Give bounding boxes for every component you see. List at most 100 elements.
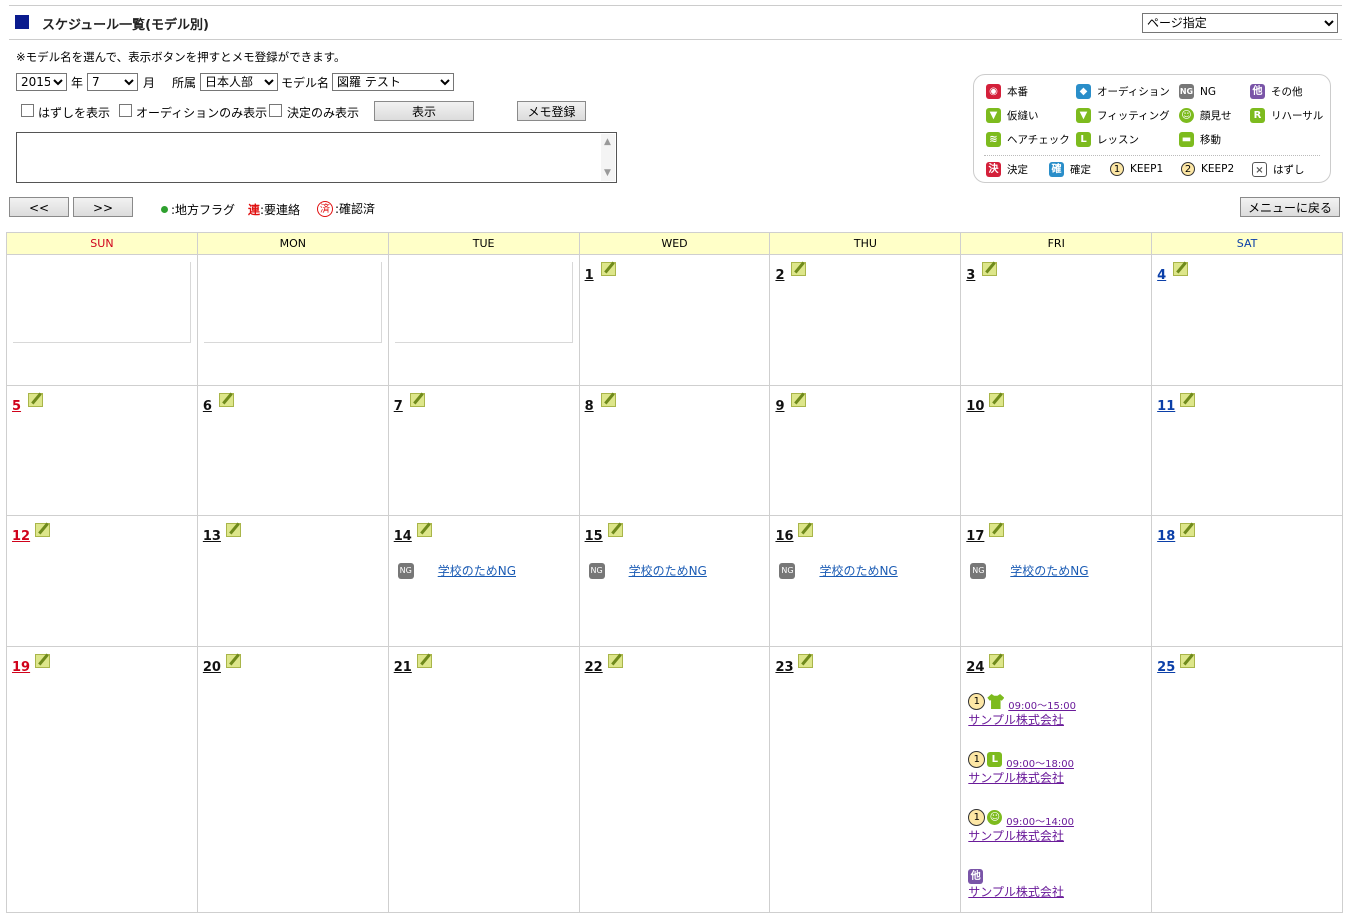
legend-honban: ◉ 本番 bbox=[986, 84, 1028, 99]
day-number-link[interactable]: 9 bbox=[775, 399, 784, 414]
memo-edit-icon[interactable] bbox=[1180, 523, 1196, 537]
calendar-day-cell: 4 bbox=[1152, 255, 1344, 386]
scroll-up-icon[interactable]: ▲ bbox=[604, 137, 611, 147]
memo-edit-icon[interactable] bbox=[989, 523, 1005, 537]
day-number-link[interactable]: 13 bbox=[203, 529, 221, 544]
day-number-link[interactable]: 18 bbox=[1157, 529, 1175, 544]
schedule-event[interactable]: 他サンプル株式会社 bbox=[968, 865, 1064, 900]
legend-fitting: ▼ フィッティング bbox=[1076, 108, 1170, 123]
hazushi-checkbox[interactable] bbox=[21, 104, 34, 117]
day-number-link[interactable]: 8 bbox=[585, 399, 594, 414]
memo-edit-icon[interactable] bbox=[1180, 393, 1196, 407]
weekday-wed: WED bbox=[580, 233, 771, 254]
ng-entry-link[interactable]: 学校のためNG bbox=[1010, 562, 1088, 579]
memo-edit-icon[interactable] bbox=[225, 523, 241, 537]
memo-edit-icon[interactable] bbox=[791, 262, 807, 276]
office-select[interactable]: 日本人部 bbox=[200, 73, 278, 91]
day-number-link[interactable]: 10 bbox=[966, 399, 984, 414]
memo-edit-icon[interactable] bbox=[416, 523, 432, 537]
kettei-only-checkbox[interactable] bbox=[269, 104, 282, 117]
memo-edit-icon[interactable] bbox=[798, 654, 814, 668]
next-month-button[interactable]: >> bbox=[73, 197, 133, 217]
empty-day-box bbox=[203, 262, 382, 343]
event-company-link[interactable]: サンプル株式会社 bbox=[968, 883, 1064, 900]
day-number-link[interactable]: 6 bbox=[203, 399, 212, 414]
memo-register-button[interactable]: メモ登録 bbox=[517, 101, 586, 121]
day-number-link[interactable]: 21 bbox=[394, 660, 412, 675]
memo-edit-icon[interactable] bbox=[28, 393, 43, 407]
prev-month-button[interactable]: << bbox=[9, 197, 69, 217]
event-header: 1 L 09:00～18:00 bbox=[968, 749, 1074, 770]
day-number-link[interactable]: 22 bbox=[585, 660, 603, 675]
memo-edit-icon[interactable] bbox=[989, 654, 1005, 668]
day-number-link[interactable]: 20 bbox=[203, 660, 221, 675]
day-number-link[interactable]: 23 bbox=[775, 660, 793, 675]
memo-edit-icon[interactable] bbox=[798, 523, 814, 537]
memo-edit-icon[interactable] bbox=[607, 654, 623, 668]
year-select[interactable]: 2015 bbox=[16, 73, 67, 91]
day-number-link[interactable]: 25 bbox=[1157, 660, 1175, 675]
day-number-link[interactable]: 12 bbox=[12, 529, 30, 544]
day-number-link[interactable]: 24 bbox=[966, 660, 984, 675]
event-company-link[interactable]: サンプル株式会社 bbox=[968, 769, 1074, 786]
day-number-link[interactable]: 5 bbox=[12, 399, 21, 414]
day-number-link[interactable]: 2 bbox=[775, 268, 784, 283]
calendar-day-cell: 17 NG 学校のためNG bbox=[961, 516, 1153, 647]
keep2-icon: 2 bbox=[1181, 162, 1195, 176]
calendar-day-cell: 20 bbox=[197, 647, 389, 913]
memo-scrollbar[interactable]: ▲ ▼ bbox=[601, 134, 615, 181]
memo-edit-icon[interactable] bbox=[607, 523, 623, 537]
schedule-event[interactable]: 1 L 09:00～18:00 サンプル株式会社 bbox=[968, 749, 1074, 786]
day-number-link[interactable]: 19 bbox=[12, 660, 30, 675]
ng-entry-link[interactable]: 学校のためNG bbox=[629, 562, 707, 579]
year-unit: 年 bbox=[71, 76, 84, 90]
memo-edit-icon[interactable] bbox=[409, 393, 425, 407]
memo-textarea[interactable]: ▲ ▼ bbox=[16, 132, 617, 183]
calendar-day-cell: 24 1 09:00～15:00 サンプル株式会社 1 L 09:00～18:00 サンプル株… bbox=[961, 647, 1153, 913]
ng-entry-link[interactable]: 学校のためNG bbox=[819, 562, 897, 579]
ng-entry-link[interactable]: 学校のためNG bbox=[438, 562, 516, 579]
memo-edit-icon[interactable] bbox=[225, 654, 241, 668]
day-number-link[interactable]: 14 bbox=[394, 529, 412, 544]
day-number-link[interactable]: 17 bbox=[966, 529, 984, 544]
back-to-menu-button[interactable]: メニューに戻る bbox=[1240, 197, 1340, 217]
event-company-link[interactable]: サンプル株式会社 bbox=[968, 711, 1076, 728]
model-select[interactable]: 図羅 テスト bbox=[332, 73, 454, 91]
confirmed-mark-icon: 済 bbox=[317, 200, 333, 217]
day-number-link[interactable]: 3 bbox=[966, 268, 975, 283]
event-time-link[interactable]: 09:00～15:00 bbox=[1008, 697, 1076, 712]
event-time-link[interactable]: 09:00～18:00 bbox=[1006, 755, 1074, 770]
audition-only-checkbox[interactable] bbox=[119, 104, 132, 117]
memo-edit-icon[interactable] bbox=[989, 393, 1005, 407]
day-number-link[interactable]: 1 bbox=[585, 268, 594, 283]
day-number-link[interactable]: 15 bbox=[585, 529, 603, 544]
memo-edit-icon[interactable] bbox=[35, 523, 50, 537]
memo-edit-icon[interactable] bbox=[982, 262, 998, 276]
show-button[interactable]: 表示 bbox=[374, 101, 474, 121]
event-company-link[interactable]: サンプル株式会社 bbox=[968, 827, 1074, 844]
memo-edit-icon[interactable] bbox=[1173, 262, 1189, 276]
memo-edit-icon[interactable] bbox=[600, 262, 616, 276]
day-number-link[interactable]: 4 bbox=[1157, 268, 1166, 283]
day-number-link[interactable]: 11 bbox=[1157, 399, 1175, 414]
memo-edit-icon[interactable] bbox=[1180, 654, 1196, 668]
keep1-icon: 1 bbox=[968, 809, 986, 826]
memo-edit-icon[interactable] bbox=[600, 393, 616, 407]
memo-edit-icon[interactable] bbox=[416, 654, 432, 668]
day-number-link[interactable]: 16 bbox=[775, 529, 793, 544]
legend-kettei: 決決定 bbox=[986, 162, 1028, 177]
memo-edit-icon[interactable] bbox=[791, 393, 807, 407]
day-number-link[interactable]: 7 bbox=[394, 399, 403, 414]
memo-edit-icon[interactable] bbox=[35, 654, 50, 668]
ng-entry: NG 学校のためNG bbox=[779, 562, 898, 579]
schedule-event[interactable]: 1 ☺ 09:00～14:00 サンプル株式会社 bbox=[968, 807, 1074, 844]
event-header: 1 09:00～15:00 bbox=[968, 691, 1076, 712]
event-time-link[interactable]: 09:00～14:00 bbox=[1006, 813, 1074, 828]
legend-haircheck: ≋ ヘアチェック bbox=[986, 132, 1070, 147]
month-select[interactable]: 7 bbox=[87, 73, 138, 91]
schedule-event[interactable]: 1 09:00～15:00 サンプル株式会社 bbox=[968, 691, 1076, 728]
page-select[interactable]: ページ指定 bbox=[1142, 13, 1338, 33]
memo-edit-icon[interactable] bbox=[218, 393, 234, 407]
calendar-day-cell: 18 bbox=[1152, 516, 1344, 647]
scroll-down-icon[interactable]: ▼ bbox=[604, 168, 611, 178]
